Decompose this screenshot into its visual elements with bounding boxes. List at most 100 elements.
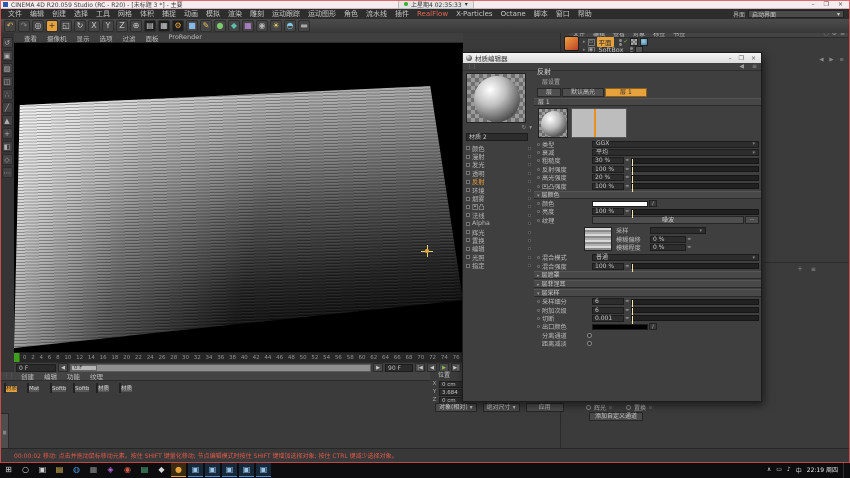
eyedropper-icon[interactable]: ∕ [649, 323, 657, 330]
mode-icon[interactable]: ▨ [2, 63, 13, 74]
material-menu-item[interactable]: 纹理 [85, 371, 108, 381]
menu-item[interactable]: 文件 [4, 9, 26, 19]
spinner-icon[interactable]: ◂▸ [625, 299, 630, 304]
minimize-button[interactable]: – [812, 1, 815, 8]
taskbar-icon[interactable]: ● [171, 463, 186, 477]
mode-icon[interactable]: ◫ [2, 76, 13, 87]
transport-button[interactable]: ▶ [439, 363, 449, 372]
channel-checkbox[interactable] [466, 255, 470, 259]
menu-item[interactable]: 渲染 [224, 9, 246, 19]
value-field[interactable]: 100 % [592, 263, 624, 270]
toolbar-icon[interactable]: ◎ [32, 20, 44, 32]
channel-checkbox[interactable] [466, 238, 470, 242]
anim-dot-icon[interactable] [537, 159, 540, 162]
reflectance-layer-tab[interactable]: 层 [537, 88, 561, 97]
material-menu-item[interactable]: 创建 [16, 371, 39, 381]
mode-icon[interactable]: ◇ [2, 154, 13, 165]
taskbar-icon[interactable]: ▣ [239, 463, 254, 477]
menu-item[interactable]: 脚本 [530, 9, 552, 19]
phong-tag-icon[interactable] [640, 38, 648, 46]
material-menu-item[interactable]: 功能 [62, 371, 85, 381]
checkbox-icon[interactable] [587, 333, 592, 338]
panel-menu-icon[interactable]: ⋮⋮ [4, 373, 14, 379]
channel-checkbox[interactable] [466, 230, 470, 234]
menu-item[interactable]: 窗口 [552, 9, 574, 19]
channel-checkbox[interactable] [466, 188, 470, 192]
frame-scrubber[interactable]: 0 F [70, 364, 371, 372]
menu-item[interactable]: 编辑 [26, 9, 48, 19]
viewport-canvas[interactable] [14, 43, 463, 352]
taskbar-icon[interactable]: ◈ [103, 463, 118, 477]
mode-icon[interactable]: + [2, 128, 13, 139]
menu-item[interactable]: 体积 [136, 9, 158, 19]
viewport-menu-item[interactable]: 选项 [95, 33, 118, 43]
taskbar-icon[interactable]: ▣ [35, 463, 50, 477]
menu-item[interactable]: 流水线 [362, 9, 391, 19]
slider[interactable] [631, 299, 759, 305]
spinner-icon[interactable]: ◂▸ [687, 245, 692, 250]
spinner-icon[interactable]: ◂▸ [625, 158, 630, 163]
mode-icon[interactable]: ⋯ [2, 167, 13, 178]
end-frame-field[interactable]: 90 F [385, 364, 413, 372]
mode-icon[interactable]: ◧ [2, 141, 13, 152]
type-dropdown[interactable]: GGX▾ [592, 141, 759, 148]
add-custom-channel-button[interactable]: 添加自定义通道 [589, 412, 643, 421]
transport-button[interactable]: ◀ [427, 363, 437, 372]
texture-thumbnail[interactable] [584, 227, 612, 251]
anim-dot-icon[interactable] [537, 210, 540, 213]
menu-item[interactable]: 雕刻 [246, 9, 268, 19]
taskbar-icon[interactable]: ▦ [86, 463, 101, 477]
toolbar-icon[interactable]: ◓ [284, 20, 296, 32]
toolbar-icon[interactable]: ▤ [144, 20, 156, 32]
channel-checkbox[interactable] [466, 264, 470, 268]
material-swatch[interactable]: Softb [50, 384, 71, 393]
coordinate-mode-dropdown[interactable]: 对象(相对) ▾ [435, 403, 477, 412]
object-row[interactable]: ▸ ▭ 平面 ✓ [583, 38, 648, 46]
checkbox-icon[interactable] [626, 405, 631, 410]
slider[interactable] [631, 158, 759, 164]
menu-item[interactable]: Octane [497, 9, 530, 19]
toolbar-icon[interactable]: ■ [186, 20, 198, 32]
tray-icon[interactable]: 中 [796, 466, 802, 475]
menu-item[interactable]: 角色 [340, 9, 362, 19]
refresh-icon[interactable]: ↻ [522, 125, 527, 132]
channel-row[interactable]: 法线 [466, 211, 532, 219]
taskbar-icon[interactable]: ▣ [222, 463, 237, 477]
anim-dot-icon[interactable] [537, 256, 540, 259]
toolbar-icon[interactable]: ▬ [298, 20, 310, 32]
interface-dropdown[interactable]: 启动界面 ▾ [748, 10, 844, 18]
channel-checkbox[interactable] [466, 163, 470, 167]
mode-icon[interactable]: ∴ [2, 89, 13, 100]
anim-dot-icon[interactable] [537, 168, 540, 171]
reflectance-layer-tab[interactable]: 默认高光 [562, 88, 604, 97]
reflectance-layer-tab[interactable]: 层 1 [605, 88, 647, 97]
layout-preset-icon[interactable] [564, 36, 579, 51]
transport-button[interactable]: ▶| [451, 363, 461, 372]
slider[interactable] [631, 183, 759, 189]
tray-icon[interactable]: ∧ [767, 466, 771, 475]
apply-button[interactable]: 应用 [526, 403, 564, 412]
material-swatch[interactable]: 材质 [4, 384, 25, 393]
toolbar-icon[interactable]: ◆ [228, 20, 240, 32]
anim-dot-icon[interactable] [537, 300, 540, 303]
value-field[interactable]: 6 [592, 307, 624, 314]
anim-dot-icon[interactable] [537, 143, 540, 146]
channel-checkbox[interactable] [466, 171, 470, 175]
toolbar-icon[interactable]: ↻ [74, 20, 86, 32]
value-field[interactable]: 100 % [592, 208, 624, 215]
channel-checkbox[interactable] [466, 247, 470, 251]
checkbox-icon[interactable] [586, 405, 591, 410]
anim-dot-icon[interactable] [537, 265, 540, 268]
value-field[interactable]: 100 % [592, 166, 624, 173]
sample-dropdown[interactable]: ▾ [650, 227, 706, 234]
eyedropper-icon[interactable]: ∕ [649, 200, 657, 207]
panel-divider-icons[interactable]: ＋ ≡ [797, 264, 819, 273]
menu-item[interactable]: 工具 [92, 9, 114, 19]
taskbar-icon[interactable]: ▣ [205, 463, 220, 477]
toolbar-icon[interactable]: ▦ [158, 20, 170, 32]
spinner-icon[interactable]: ◂▸ [625, 209, 630, 214]
taskbar-icon[interactable]: ◆ [154, 463, 169, 477]
axis-gizmo[interactable] [421, 245, 433, 257]
toolbar-icon[interactable]: Z [116, 20, 128, 32]
material-swatch[interactable]: Softb [73, 384, 94, 393]
